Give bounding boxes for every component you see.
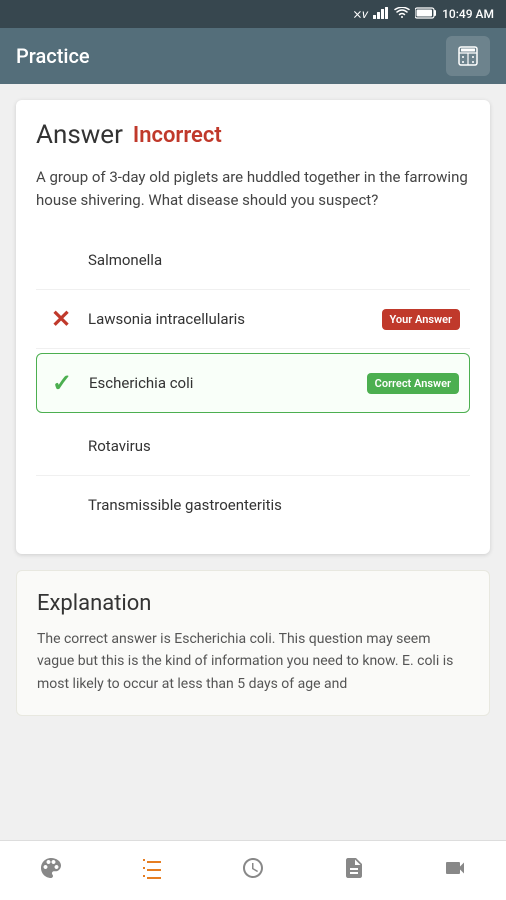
- explanation-title: Explanation: [37, 591, 469, 616]
- option-text-3: Escherichia coli: [89, 374, 355, 392]
- answer-option-lawsonia[interactable]: ✕ Lawsonia intracellularis Your Answer: [36, 290, 470, 349]
- document-icon: [342, 856, 366, 886]
- option-text-2: Lawsonia intracellularis: [88, 310, 370, 328]
- battery-icon: [415, 7, 437, 22]
- video-icon: [443, 856, 467, 886]
- nav-clock[interactable]: [228, 846, 278, 896]
- nav-list[interactable]: [127, 846, 177, 896]
- explanation-text: The correct answer is Escherichia coli. …: [37, 628, 469, 695]
- option-text-4: Rotavirus: [88, 437, 460, 455]
- answer-options: Salmonella ✕ Lawsonia intracellularis Yo…: [36, 231, 470, 534]
- answer-option-ecoli[interactable]: ✓ Escherichia coli Correct Answer: [36, 353, 470, 413]
- answer-header: Answer Incorrect: [36, 120, 470, 150]
- option-text-5: Transmissible gastroenteritis: [88, 496, 460, 514]
- list-icon: [140, 856, 164, 886]
- correct-answer-badge: Correct Answer: [367, 373, 459, 394]
- explanation-card: Explanation The correct answer is Escher…: [16, 570, 490, 716]
- option-icon-1: [46, 245, 76, 275]
- bluetooth-icon: ⨯𝑣: [352, 7, 368, 22]
- nav-palette[interactable]: [26, 846, 76, 896]
- wifi-icon: [394, 7, 410, 22]
- answer-card: Answer Incorrect A group of 3-day old pi…: [16, 100, 490, 554]
- palette-icon: [39, 856, 63, 886]
- answer-option-rotavirus[interactable]: Rotavirus: [36, 417, 470, 476]
- answer-option-salmonella[interactable]: Salmonella: [36, 231, 470, 290]
- time: 10:49 AM: [442, 7, 494, 21]
- calculator-button[interactable]: [446, 36, 490, 76]
- status-icons: ⨯𝑣 10:49 AM: [352, 7, 494, 22]
- top-bar: Practice: [0, 28, 506, 84]
- nav-document[interactable]: [329, 846, 379, 896]
- nav-video[interactable]: [430, 846, 480, 896]
- option-text-1: Salmonella: [88, 251, 460, 269]
- your-answer-badge: Your Answer: [382, 309, 460, 330]
- status-bar: ⨯𝑣 10:49 AM: [0, 0, 506, 28]
- answer-label: Answer: [36, 120, 123, 150]
- incorrect-label: Incorrect: [133, 123, 222, 148]
- bottom-nav: [0, 840, 506, 900]
- answer-option-tge[interactable]: Transmissible gastroenteritis: [36, 476, 470, 534]
- main-content: Answer Incorrect A group of 3-day old pi…: [0, 84, 506, 840]
- option-icon-4: [46, 431, 76, 461]
- question-text: A group of 3-day old piglets are huddled…: [36, 166, 470, 211]
- correct-icon: ✓: [47, 368, 77, 398]
- clock-icon: [241, 856, 265, 886]
- wrong-icon: ✕: [46, 304, 76, 334]
- signal-icon: [373, 7, 389, 22]
- option-icon-5: [46, 490, 76, 520]
- page-title: Practice: [16, 44, 90, 68]
